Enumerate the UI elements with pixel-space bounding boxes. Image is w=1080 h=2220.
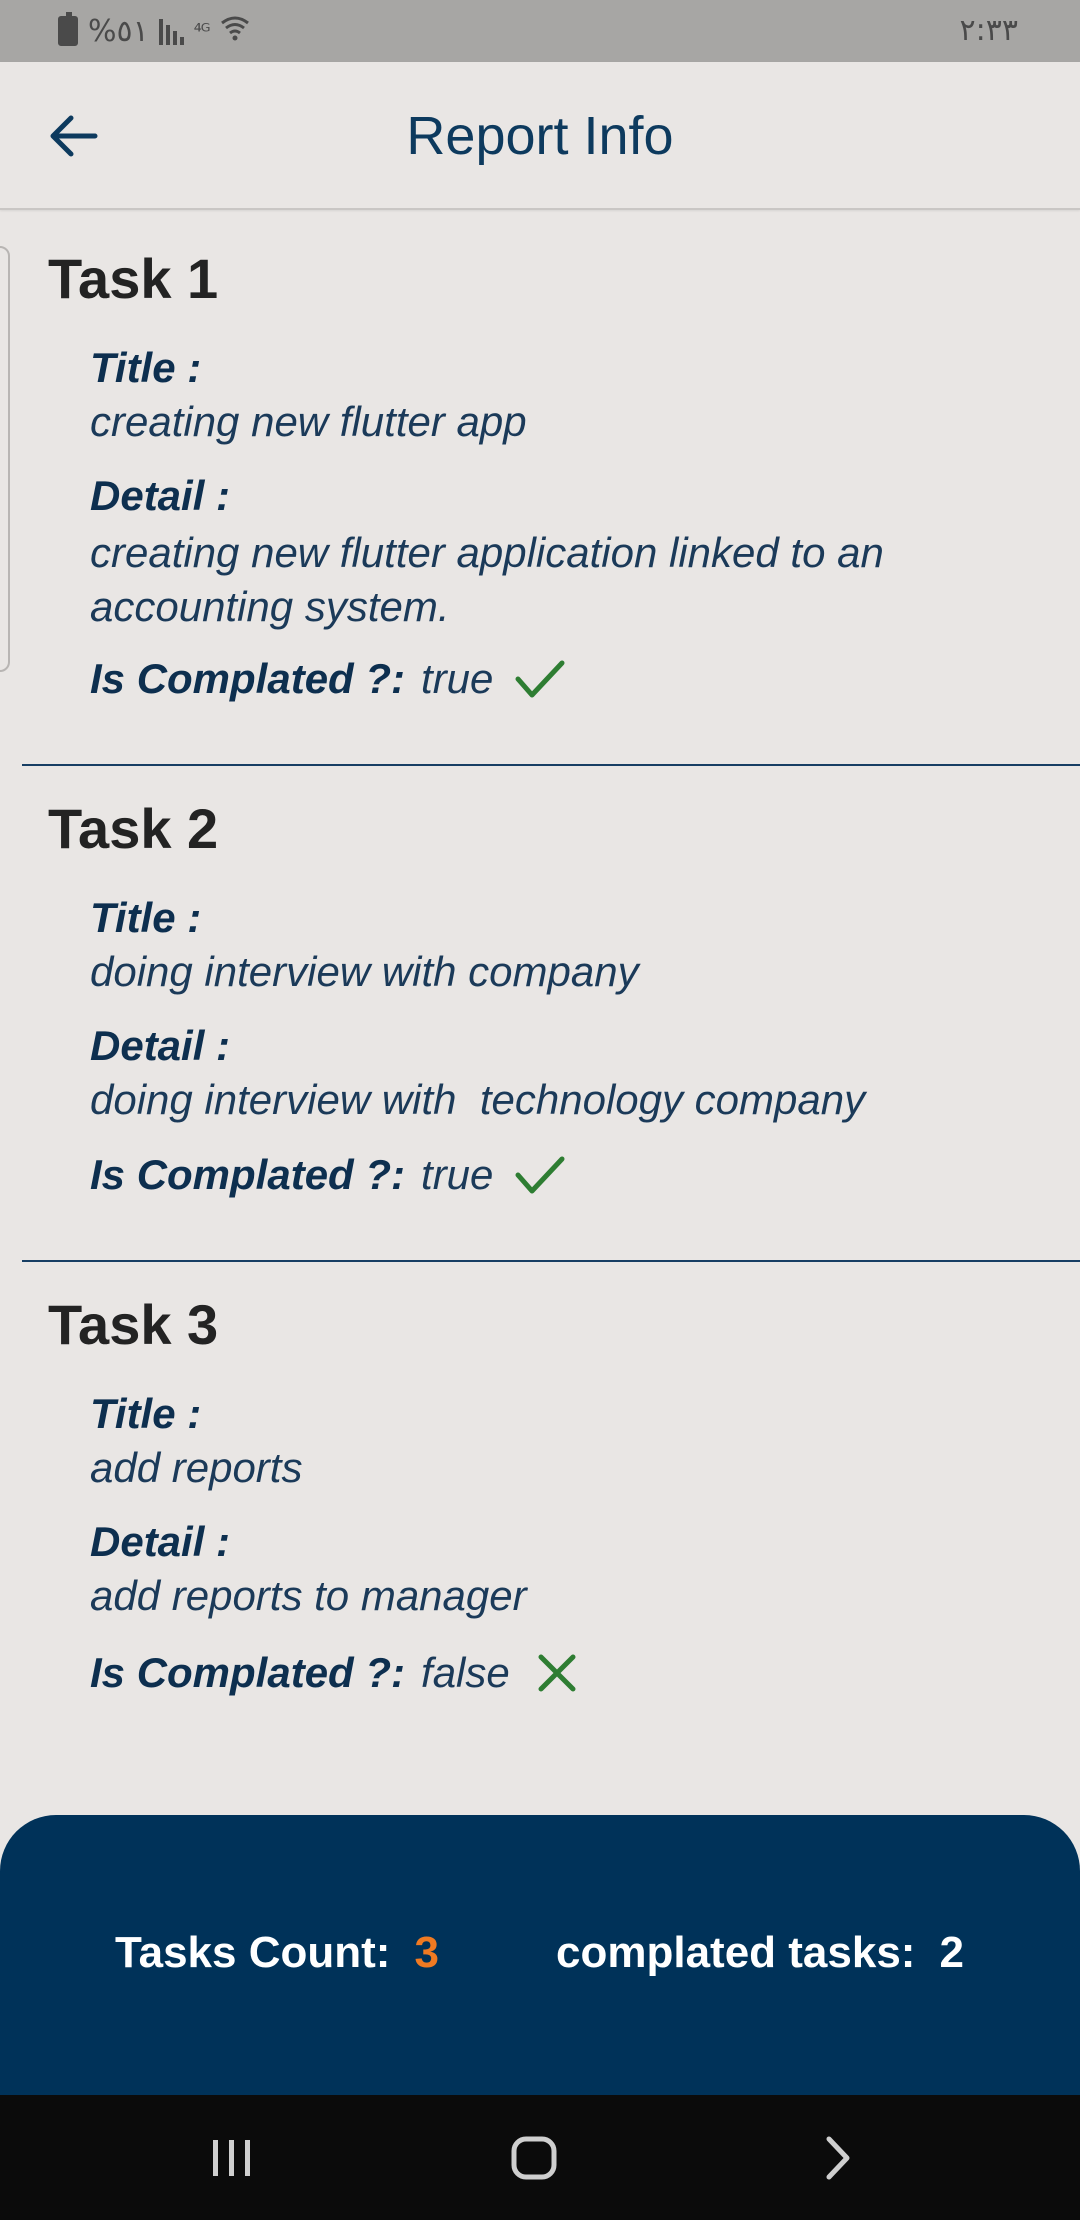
check-icon bbox=[513, 1148, 567, 1202]
task-heading: Task 1 bbox=[48, 247, 219, 310]
wifi-icon bbox=[220, 13, 250, 50]
task-heading: Task 3 bbox=[48, 1293, 219, 1356]
task-completed-label: Is Complated ?: bbox=[90, 1151, 406, 1198]
task-card: Task 1 Title : creating new flutter app … bbox=[0, 212, 1080, 766]
task-completed-label: Is Complated ?: bbox=[90, 1649, 406, 1696]
tasks-count-value: 3 bbox=[414, 1928, 439, 1977]
status-bar: %٥١ ⁴ᴳ ٢:٣٣ bbox=[0, 0, 1080, 62]
task-title-value: creating new flutter app bbox=[90, 398, 527, 445]
task-status-row: Is Complated ?: true bbox=[90, 652, 567, 706]
completed-tasks-value: 2 bbox=[939, 1928, 964, 1977]
battery-percent: %٥١ bbox=[88, 13, 149, 49]
completed-tasks-summary: complated tasks: 2 bbox=[556, 1815, 964, 2091]
task-detail-value: creating new flutter application linked … bbox=[90, 529, 884, 630]
close-icon bbox=[530, 1646, 584, 1700]
signal-bars-icon bbox=[158, 17, 184, 45]
task-title-value: add reports bbox=[90, 1444, 303, 1491]
home-icon bbox=[511, 2136, 557, 2179]
task-completed-label: Is Complated ?: bbox=[90, 655, 406, 702]
task-title-label: Title : bbox=[90, 344, 202, 391]
status-time: ٢:٣٣ bbox=[959, 13, 1018, 48]
task-detail-label: Detail : bbox=[90, 472, 231, 519]
task-heading: Task 2 bbox=[48, 797, 219, 860]
task-title-label: Title : bbox=[90, 894, 202, 941]
battery-charging-icon bbox=[58, 12, 78, 46]
recent-apps-button[interactable] bbox=[182, 2095, 282, 2220]
task-title-label: Title : bbox=[90, 1390, 202, 1437]
check-icon bbox=[513, 652, 567, 706]
completed-tasks-label: complated tasks: bbox=[556, 1928, 916, 1977]
task-completed-value: false bbox=[421, 1649, 510, 1696]
home-button[interactable] bbox=[484, 2095, 584, 2220]
task-detail-label: Detail : bbox=[90, 1022, 231, 1069]
tasks-count-label: Tasks Count: bbox=[115, 1928, 391, 1977]
task-detail-label: Detail : bbox=[90, 1518, 231, 1565]
task-card: Task 3 Title : add reports Detail : add … bbox=[0, 1262, 1080, 1762]
task-detail-value: add reports to manager bbox=[90, 1572, 527, 1619]
app-bar: Report Info bbox=[0, 62, 1080, 210]
task-status-row: Is Complated ?: false bbox=[90, 1646, 584, 1700]
status-icons: %٥١ ⁴ᴳ bbox=[58, 0, 250, 62]
tasks-count-summary: Tasks Count: 3 bbox=[115, 1815, 439, 2091]
back-chevron-icon bbox=[826, 2136, 850, 2179]
task-completed-value: true bbox=[421, 655, 494, 702]
task-status-row: Is Complated ?: true bbox=[90, 1148, 567, 1202]
page-title: Report Info bbox=[406, 106, 674, 166]
system-nav-bar bbox=[0, 2095, 1080, 2220]
task-title-value: doing interview with company bbox=[90, 948, 639, 995]
task-completed-value: true bbox=[421, 1151, 494, 1198]
recent-apps-icon bbox=[213, 2139, 250, 2176]
summary-panel: Tasks Count: 3 complated tasks: 2 bbox=[0, 1815, 1080, 2095]
task-detail-value: doing interview with technology company bbox=[90, 1076, 866, 1123]
back-nav-button[interactable] bbox=[788, 2095, 888, 2220]
no-signal-icon: ⁴ᴳ bbox=[193, 19, 211, 43]
task-card: Task 2 Title : doing interview with comp… bbox=[0, 766, 1080, 1262]
